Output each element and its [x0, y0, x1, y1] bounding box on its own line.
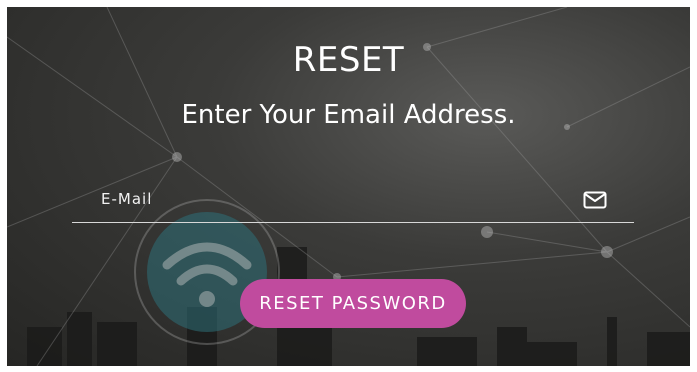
page-title: RESET	[292, 40, 405, 80]
reset-password-button[interactable]: RESET PASSWORD	[240, 279, 466, 328]
envelope-icon	[583, 191, 607, 209]
email-input[interactable]	[72, 177, 572, 221]
email-field-group	[72, 177, 634, 223]
page-subtitle: Enter Your Email Address.	[181, 100, 516, 130]
reset-panel: RESET Enter Your Email Address. RESET PA…	[7, 7, 690, 366]
